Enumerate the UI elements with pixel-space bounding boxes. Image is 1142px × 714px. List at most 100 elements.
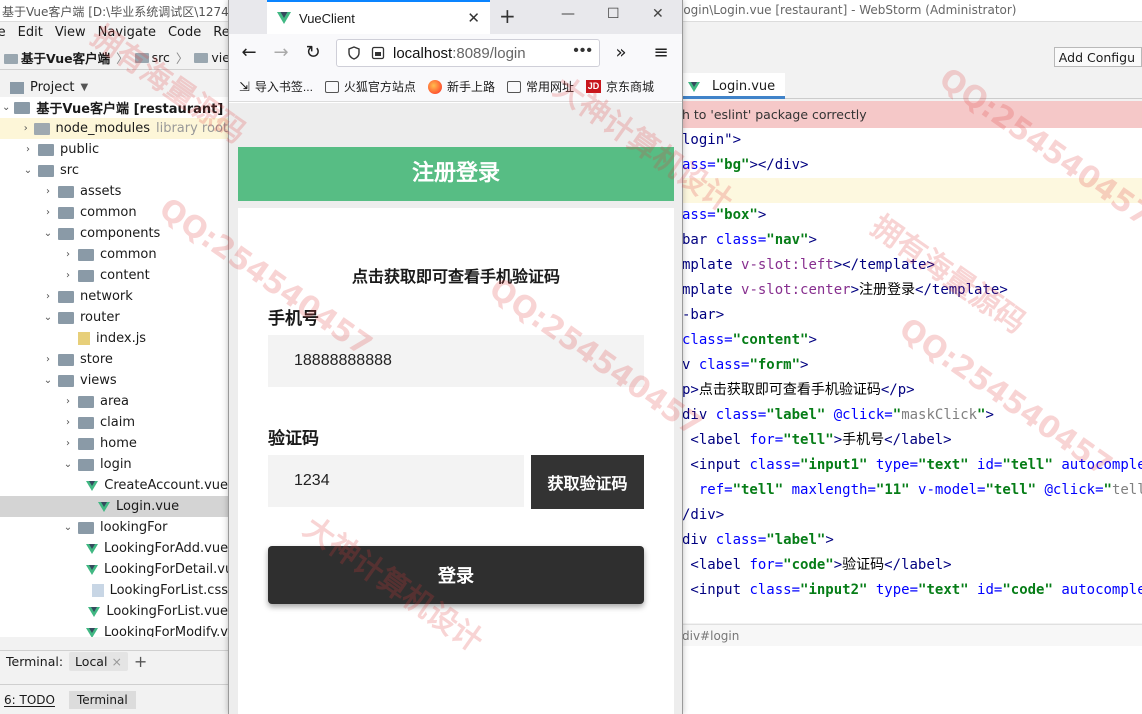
breadcrumb-src[interactable]: src [134,50,170,65]
project-panel-header[interactable]: Project ▼ [0,75,228,97]
code-line[interactable]: mplate v-slot:left></template> [682,253,1142,278]
close-window-icon[interactable]: ✕ [652,6,664,22]
chevron-down-icon[interactable]: ⌄ [42,228,54,239]
page-actions-icon[interactable]: ••• [573,42,593,60]
back-icon[interactable]: ← [237,41,261,65]
terminal-tool-button[interactable]: Terminal [68,690,136,709]
chevron-down-icon[interactable]: ⌄ [42,375,54,386]
browser-tab[interactable]: VueClient ✕ [267,0,490,34]
tree-item[interactable]: › assets [0,181,228,202]
code-line[interactable]: p>点击获取即可查看手机验证码</p> [682,378,1142,403]
code-line[interactable]: ref="tell" maxlength="11" v-model="tell"… [682,478,1142,503]
code-editor[interactable]: login"> ass="bg"></div> ass="box"> bar clas… [682,128,1142,623]
tree-item[interactable]: ⌄基于Vue客户端 [restaurant]D:\毕业 [0,97,228,118]
menu-view[interactable]: View [55,22,86,44]
code-line[interactable]: <input class="input2" type="text" id="co… [682,578,1142,603]
tree-item[interactable]: LookingForModify.vue [0,622,228,637]
tree-item[interactable]: ⌄ src [0,160,228,181]
todo-tool-button[interactable]: 6: TODO [4,693,55,707]
chevron-right-icon[interactable]: › [42,186,54,197]
chevron-right-icon[interactable]: › [62,396,74,407]
shield-icon[interactable] [347,46,361,60]
overflow-chevron-icon[interactable]: » [609,41,633,65]
forward-icon[interactable]: → [269,41,293,65]
tree-item[interactable]: › area [0,391,228,412]
tree-item[interactable]: › node_modules library root [0,118,228,139]
chevron-down-icon[interactable]: ⌄ [22,165,34,176]
code-line[interactable]: <label for="code">验证码</label> [682,553,1142,578]
menu-refactor[interactable]: Refac [213,22,228,44]
bookmark-common-sites[interactable]: 常用网址 [506,78,574,95]
tree-item[interactable]: › network [0,286,228,307]
chevron-down-icon[interactable]: ⌄ [2,102,10,113]
close-icon[interactable]: × [111,654,121,669]
tree-item[interactable]: › store [0,349,228,370]
minimize-icon[interactable]: — [561,6,575,22]
tree-item[interactable]: › public [0,139,228,160]
chevron-right-icon[interactable]: › [22,144,34,155]
get-code-button[interactable]: 获取验证码 [531,455,644,509]
chevron-down-icon[interactable]: ⌄ [62,459,74,470]
new-tab-icon[interactable]: + [499,4,516,28]
phone-input[interactable] [268,335,644,387]
tree-item[interactable]: LookingForList.vue [0,601,228,622]
tree-item[interactable]: ⌄ login [0,454,228,475]
tree-item[interactable]: LookingForList.css [0,580,228,601]
terminal-tab-local[interactable]: Local × [69,652,128,671]
chevron-right-icon[interactable]: › [42,354,54,365]
bookmark-getting-started[interactable]: 新手上路 [427,78,495,95]
tree-item[interactable]: LookingForDetail.vue [0,559,228,580]
tree-item[interactable]: Login.vue [0,496,228,517]
tree-item[interactable]: › claim [0,412,228,433]
login-button[interactable]: 登录 [268,546,644,604]
maximize-icon[interactable]: ☐ [607,6,620,22]
chevron-down-icon[interactable]: ▼ [80,82,88,93]
close-tab-icon[interactable]: ✕ [467,9,480,27]
tree-item[interactable]: › content [0,265,228,286]
chevron-right-icon[interactable]: › [62,249,74,260]
add-configuration-button[interactable]: Add Configu [1053,47,1142,67]
menu-navigate[interactable]: Navigate [98,22,156,44]
tree-item[interactable]: ⌄ views [0,370,228,391]
reload-icon[interactable]: ↻ [301,41,325,65]
chevron-right-icon[interactable]: › [42,291,54,302]
code-line[interactable]: ass="box"> [682,203,1142,228]
chevron-down-icon[interactable]: ⌄ [62,522,74,533]
tree-item[interactable]: › common [0,202,228,223]
tree-item[interactable]: › common [0,244,228,265]
bookmark-firefox-site[interactable]: 火狐官方站点 [324,78,416,95]
chevron-right-icon[interactable]: › [62,417,74,428]
code-line[interactable]: div class="label"> [682,528,1142,553]
chevron-right-icon[interactable]: › [62,270,74,281]
page-info-icon[interactable] [371,46,385,60]
menu-edit[interactable]: Edit [18,22,43,44]
url-bar[interactable]: localhost:8089/login ••• [336,39,600,67]
code-line[interactable]: ass="bg"></div> [682,153,1142,178]
chevron-down-icon[interactable]: ⌄ [42,312,54,323]
tree-item[interactable]: ⌄ lookingFor [0,517,228,538]
chevron-right-icon[interactable]: › [42,207,54,218]
breadcrumb-views[interactable]: views [194,50,228,65]
chevron-right-icon[interactable]: › [22,123,30,134]
bookmark-jd[interactable]: JD 京东商城 [585,78,654,95]
tree-item[interactable]: LookingForAdd.vue [0,538,228,559]
tree-item[interactable]: ⌄ components [0,223,228,244]
hamburger-menu-icon[interactable]: ≡ [649,41,673,65]
code-line[interactable]: <input class="input1" type="text" id="te… [682,453,1142,478]
code-line[interactable]: class="content"> [682,328,1142,353]
breadcrumb-project[interactable]: 基于Vue客户端 [4,48,110,67]
editor-tab-login-vue[interactable]: Login.vue [682,73,786,99]
code-line[interactable] [682,178,1142,203]
tree-item[interactable]: ⌄ router [0,307,228,328]
tree-item[interactable]: › home [0,433,228,454]
add-icon[interactable]: + [134,652,147,671]
menu-code[interactable]: Code [168,22,201,44]
code-line[interactable]: bar class="nav"> [682,228,1142,253]
code-line[interactable]: div class="label" @click="maskClick"> [682,403,1142,428]
code-line[interactable]: -bar> [682,303,1142,328]
tree-item[interactable]: CreateAccount.vue [0,475,228,496]
code-line[interactable]: <label for="tell">手机号</label> [682,428,1142,453]
code-line[interactable]: mplate v-slot:center>注册登录</template> [682,278,1142,303]
code-input[interactable] [268,455,524,507]
bookmark-import[interactable]: ⇲ 导入书签... [239,78,313,95]
